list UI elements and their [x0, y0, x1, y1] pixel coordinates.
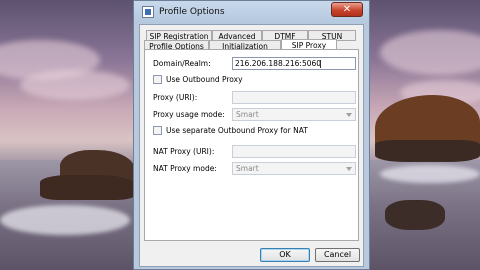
dialog-client-area: SIP Registration Advanced DTMF STUN Prof… — [139, 24, 364, 267]
ok-button[interactable]: OK — [260, 248, 310, 262]
proxy-usage-label: Proxy usage mode: — [153, 110, 225, 119]
cancel-button[interactable]: Cancel — [315, 248, 360, 262]
proxy-uri-input[interactable] — [232, 91, 356, 104]
domain-input[interactable]: 216.206.188.216:5060 — [232, 57, 356, 70]
rock — [385, 200, 445, 230]
use-separate-nat-proxy-checkbox[interactable] — [153, 126, 162, 135]
text-cursor — [320, 60, 321, 68]
nat-proxy-mode-value: Smart — [236, 164, 259, 173]
use-outbound-proxy-checkbox[interactable] — [153, 75, 162, 84]
profile-app-icon — [142, 6, 154, 18]
rock — [40, 175, 135, 200]
window-title: Profile Options — [159, 7, 225, 17]
domain-value: 216.206.188.216:5060 — [235, 59, 322, 68]
proxy-uri-label: Proxy (URI): — [153, 93, 198, 102]
nat-proxy-mode-select[interactable]: Smart — [232, 162, 356, 175]
chevron-down-icon — [346, 167, 352, 171]
rock — [375, 140, 480, 162]
proxy-usage-value: Smart — [236, 110, 259, 119]
foam — [0, 205, 130, 235]
title-bar[interactable]: Profile Options ✕ — [134, 1, 369, 23]
profile-options-dialog: Profile Options ✕ SIP Registration Advan… — [133, 0, 370, 270]
domain-label: Domain/Realm: — [153, 59, 211, 68]
use-separate-nat-proxy-label: Use separate Outbound Proxy for NAT — [166, 126, 308, 135]
nat-proxy-mode-label: NAT Proxy mode: — [153, 164, 217, 173]
nat-proxy-uri-label: NAT Proxy (URI): — [153, 147, 215, 156]
close-icon[interactable]: ✕ — [331, 2, 363, 17]
foam — [380, 165, 480, 183]
nat-proxy-uri-input[interactable] — [232, 145, 356, 158]
cloud — [20, 70, 130, 100]
use-outbound-proxy-label: Use Outbound Proxy — [166, 75, 243, 84]
sip-proxy-page: Domain/Realm: 216.206.188.216:5060 Use O… — [144, 49, 359, 241]
proxy-usage-select[interactable]: Smart — [232, 108, 356, 121]
chevron-down-icon — [346, 113, 352, 117]
